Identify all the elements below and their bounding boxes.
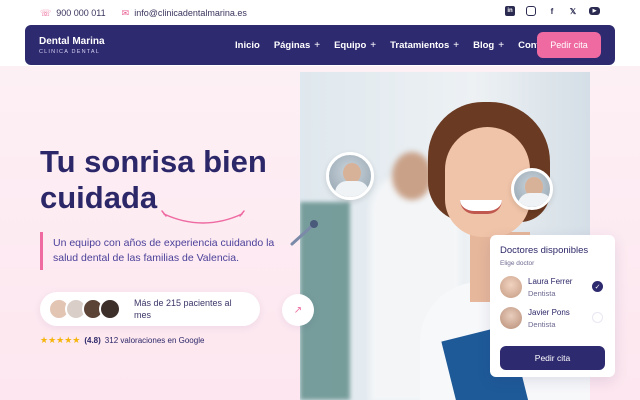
nav-item-label: Blog	[473, 39, 495, 51]
nav-item-blog[interactable]: Blog +	[473, 40, 504, 51]
patient-avatars	[48, 298, 121, 320]
nav-item-label: Equipo	[334, 39, 367, 51]
logo[interactable]: Dental Marina CLINICA DENTAL	[39, 36, 105, 55]
email-address: info@clinicadentalmarina.es	[134, 8, 247, 18]
doctor-option-laura[interactable]: Laura Ferrer Dentista ✓	[500, 276, 605, 298]
nav-item-label: Páginas	[273, 39, 311, 51]
nav-item-paginas[interactable]: Páginas +	[274, 40, 320, 51]
hero-title: Tu sonrisa bien cuidada	[40, 144, 310, 216]
main-navbar: Dental Marina CLINICA DENTAL Inicio Pági…	[25, 25, 615, 65]
nav-menu: Inicio Páginas + Equipo + Tratamientos + Bl…	[235, 25, 559, 65]
arrow-up-right-button[interactable]: ↗	[282, 294, 314, 326]
star-rating-icon: ★★★★★	[40, 335, 81, 345]
social-links: in f 𝕏 ▶	[505, 6, 600, 16]
card-title: Doctores disponibles	[500, 245, 589, 256]
dental-mirror-icon	[290, 220, 318, 246]
rating-score: (4.8)	[84, 336, 101, 345]
doctor-option-javier[interactable]: Javier Pons Dentista	[500, 307, 605, 329]
avatar	[500, 276, 522, 298]
card-book-appointment-button[interactable]: Pedir cita	[500, 346, 605, 370]
phone-icon: ☏	[40, 7, 52, 18]
doctor-thumbnail-bubble	[326, 152, 374, 200]
hero-title-line1: Tu sonrisa bien	[40, 144, 267, 179]
available-doctors-card: Doctores disponibles Elige doctor Laura …	[490, 235, 615, 377]
facebook-icon[interactable]: f	[547, 6, 557, 16]
patients-badge: Más de 215 pacientes al mes	[40, 292, 260, 326]
nav-item-tratamientos[interactable]: Tratamientos +	[390, 40, 459, 51]
rating-count: 312 valoraciones en Google	[104, 336, 205, 345]
smile-swoosh-icon	[161, 210, 245, 224]
phone-number: 900 000 011	[56, 8, 106, 18]
instagram-icon[interactable]	[526, 6, 536, 16]
patients-count-text: Más de 215 pacientes al mes	[134, 298, 232, 320]
phone-link[interactable]: ☏ 900 000 011	[40, 8, 106, 19]
brand-tagline: CLINICA DENTAL	[39, 48, 101, 55]
card-subtitle: Elige doctor	[500, 260, 535, 267]
plus-icon: +	[453, 39, 460, 51]
avatar	[99, 298, 121, 320]
mail-icon: ✉	[121, 7, 130, 18]
nav-item-equipo[interactable]: Equipo +	[334, 40, 376, 51]
book-appointment-button[interactable]: Pedir cita	[537, 32, 601, 58]
nav-item-label: Inicio	[235, 39, 260, 51]
doctor-thumbnail-bubble	[511, 168, 553, 210]
doctor-name: Laura Ferrer	[528, 276, 573, 286]
plus-icon: +	[314, 39, 321, 51]
youtube-icon[interactable]: ▶	[589, 7, 600, 15]
check-icon: ✓	[592, 281, 603, 292]
plus-icon: +	[498, 39, 505, 51]
brand-name: Dental Marina	[39, 35, 105, 47]
avatar	[500, 307, 522, 329]
arrow-up-right-icon: ↗	[293, 304, 303, 316]
doctor-role: Dentista	[528, 319, 556, 329]
email-link[interactable]: ✉ info@clinicadentalmarina.es	[122, 8, 247, 19]
x-icon[interactable]: 𝕏	[568, 6, 578, 16]
linkedin-icon[interactable]: in	[505, 6, 515, 16]
hero-description: Un equipo con años de experiencia cuidan…	[40, 232, 300, 270]
doctor-role: Dentista	[528, 288, 556, 298]
nav-item-label: Tratamientos	[390, 39, 450, 51]
plus-icon: +	[370, 39, 377, 51]
doctor-name: Javier Pons	[528, 307, 570, 317]
nav-item-inicio[interactable]: Inicio	[235, 40, 260, 51]
radio-unselected[interactable]	[592, 312, 603, 323]
google-rating: ★★★★★ (4.8) 312 valoraciones en Google	[40, 335, 204, 346]
